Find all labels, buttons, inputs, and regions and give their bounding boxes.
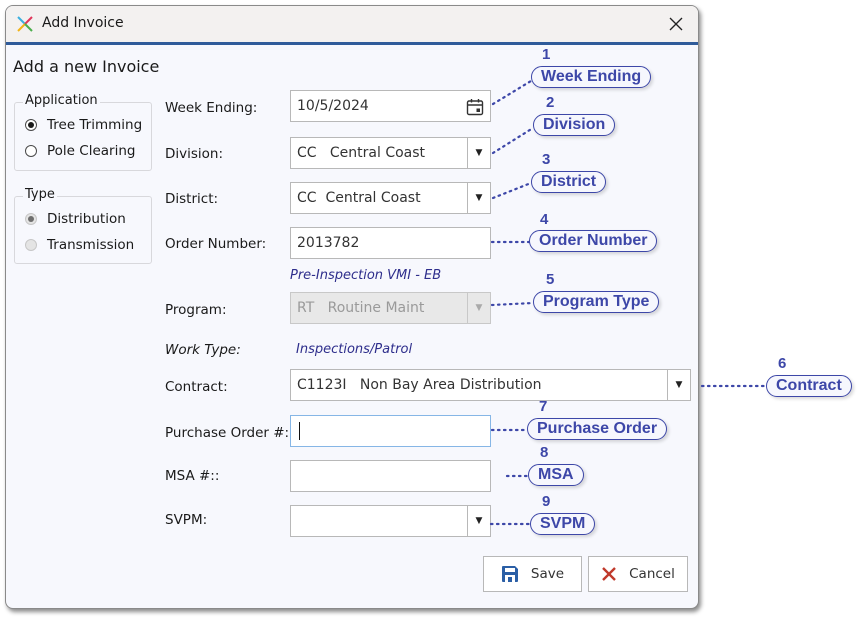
radio-transmission[interactable]: Transmission: [25, 237, 134, 253]
callout-number: 9: [542, 493, 551, 510]
purchase-order-input[interactable]: [290, 415, 491, 447]
callout-week-ending: Week Ending: [531, 66, 652, 88]
district-label: District:: [165, 191, 219, 207]
save-button[interactable]: Save: [483, 556, 582, 592]
radio-button[interactable]: [25, 145, 37, 157]
order-number-value: 2013782: [297, 235, 360, 251]
radio-button-checked[interactable]: [25, 213, 37, 225]
svpm-label: SVPM:: [165, 512, 208, 528]
radio-label: Distribution: [47, 211, 126, 227]
week-ending-value: 10/5/2024: [297, 98, 369, 114]
callout-svpm: SVPM: [530, 513, 596, 535]
save-label: Save: [530, 566, 565, 582]
chevron-down-icon: ▼: [467, 293, 490, 323]
calendar-icon[interactable]: [466, 98, 484, 116]
chevron-down-icon[interactable]: ▼: [667, 370, 690, 400]
callout-number: 2: [546, 94, 555, 111]
district-value: CC Central Coast: [297, 190, 421, 206]
division-value: CC Central Coast: [297, 145, 426, 161]
radio-label: Pole Clearing: [47, 143, 136, 159]
contract-label: Contract:: [165, 379, 228, 395]
program-label: Program:: [165, 302, 227, 318]
division-dropdown[interactable]: CC Central Coast ▼: [290, 137, 491, 169]
callout-district: District: [531, 171, 607, 193]
callout-number: 5: [546, 271, 555, 288]
callout-number: 4: [540, 211, 549, 228]
application-group: Application Tree Trimming Pole Clearing: [14, 93, 152, 171]
radio-distribution[interactable]: Distribution: [25, 211, 126, 227]
app-logo-icon: [17, 16, 33, 32]
district-dropdown[interactable]: CC Central Coast ▼: [290, 182, 491, 214]
radio-label: Tree Trimming: [47, 117, 143, 133]
callout-division: Division: [533, 114, 616, 136]
callout-number: 6: [778, 355, 787, 372]
svpm-dropdown[interactable]: ▼: [290, 505, 491, 537]
title-bar: Add Invoice: [6, 6, 698, 45]
callout-number: 8: [540, 444, 549, 461]
order-info-text: Pre-Inspection VMI - EB: [290, 268, 442, 283]
order-number-label: Order Number:: [165, 236, 267, 252]
radio-button-checked[interactable]: [25, 119, 37, 131]
callout-number: 7: [539, 398, 548, 415]
type-group: Type Distribution Transmission: [14, 187, 152, 264]
work-type-value: Inspections/Patrol: [296, 342, 413, 357]
text-cursor: [299, 422, 300, 440]
callout-purchase-order: Purchase Order: [527, 418, 668, 440]
application-group-label: Application: [23, 93, 100, 108]
callout-number: 1: [542, 46, 551, 63]
close-icon: [669, 17, 683, 31]
callout-contract: Contract: [766, 375, 852, 397]
callout-msa: MSA: [528, 464, 584, 486]
cancel-label: Cancel: [629, 566, 675, 582]
msa-label: MSA #::: [165, 468, 220, 484]
program-dropdown[interactable]: RT Routine Maint ▼: [290, 292, 491, 324]
type-group-label: Type: [23, 187, 57, 202]
callout-number: 3: [542, 151, 551, 168]
radio-tree-trimming[interactable]: Tree Trimming: [25, 117, 142, 133]
msa-input[interactable]: [290, 460, 491, 492]
chevron-down-icon[interactable]: ▼: [467, 506, 490, 536]
chevron-down-icon[interactable]: ▼: [467, 138, 490, 168]
purchase-order-label: Purchase Order #:: [165, 425, 290, 441]
radio-label: Transmission: [47, 237, 135, 253]
save-icon: [501, 566, 518, 582]
dialog-heading: Add a new Invoice: [13, 57, 160, 76]
program-value: RT Routine Maint: [297, 300, 425, 316]
division-label: Division:: [165, 146, 224, 162]
work-type-label: Work Type:: [165, 342, 241, 358]
contract-dropdown[interactable]: C1123I Non Bay Area Distribution ▼: [290, 369, 691, 401]
window-title: Add Invoice: [42, 15, 124, 31]
chevron-down-icon[interactable]: ▼: [467, 183, 490, 213]
close-button[interactable]: [664, 12, 688, 36]
week-ending-date-picker[interactable]: 10/5/2024: [290, 90, 491, 122]
radio-pole-clearing[interactable]: Pole Clearing: [25, 143, 135, 159]
cancel-button[interactable]: Cancel: [588, 556, 688, 592]
week-ending-label: Week Ending:: [165, 100, 258, 116]
radio-button[interactable]: [25, 239, 37, 251]
cancel-x-icon: [602, 567, 616, 581]
callout-order-number: Order Number: [529, 230, 658, 252]
order-number-input[interactable]: 2013782: [290, 227, 491, 259]
contract-value: C1123I Non Bay Area Distribution: [297, 377, 542, 393]
callout-program-type: Program Type: [533, 291, 660, 313]
